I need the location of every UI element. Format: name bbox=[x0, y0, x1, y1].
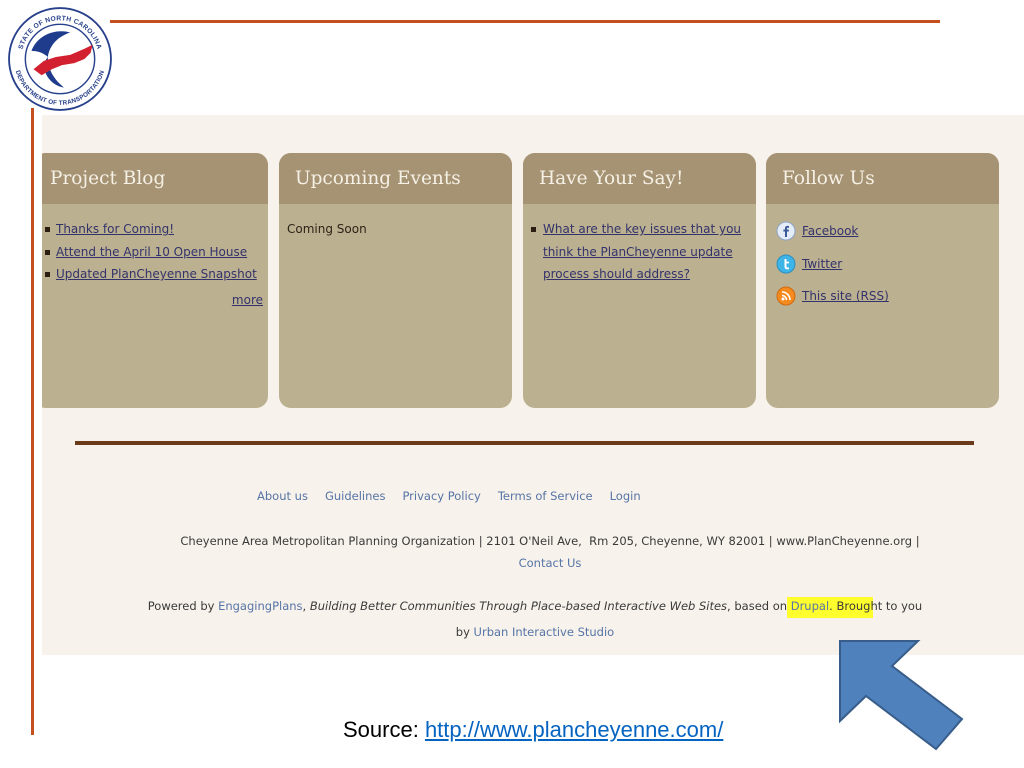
more-link[interactable]: more bbox=[42, 289, 268, 312]
powered-by: by bbox=[455, 625, 474, 639]
powered-tagline: Building Better Communities Through Plac… bbox=[309, 599, 728, 613]
footer-link-terms-of-service[interactable]: Terms of Service bbox=[498, 489, 593, 503]
square-bullet-icon bbox=[45, 272, 50, 277]
list-item: What are the key issues that you think t… bbox=[523, 218, 755, 286]
square-bullet-icon bbox=[45, 249, 50, 255]
source-citation: Source: http://www.plancheyenne.com/ bbox=[343, 716, 723, 744]
social-list: Facebook Twitter This site (RSS) bbox=[766, 215, 999, 313]
panel-title: Project Blog bbox=[42, 153, 268, 204]
square-bullet-icon bbox=[45, 227, 50, 232]
list-item: Thanks for Coming! bbox=[42, 218, 268, 241]
facebook-link[interactable]: Facebook bbox=[802, 224, 858, 238]
address-text: Cheyenne Area Metropolitan Planning Orga… bbox=[180, 534, 920, 548]
footer-link-about-us[interactable]: About us bbox=[257, 489, 308, 503]
list-item: Attend the April 10 Open House bbox=[42, 241, 268, 264]
powered-by-line: Powered by EngagingPlans, Building Bette… bbox=[85, 598, 985, 614]
slide: STATE OF NORTH CAROLINA DEPARTMENT OF TR… bbox=[0, 0, 1024, 768]
footer-divider bbox=[75, 441, 974, 445]
source-label: Source: bbox=[343, 717, 425, 742]
list-item: Twitter bbox=[766, 248, 999, 281]
contact-us-link[interactable]: Contact Us bbox=[519, 556, 582, 570]
drupal-link[interactable]: Drupal bbox=[791, 599, 829, 613]
left-rule bbox=[31, 108, 34, 735]
website-screenshot: Project Blog Thanks for Coming! Attend t… bbox=[42, 115, 1024, 655]
blog-list: Thanks for Coming! Attend the April 10 O… bbox=[42, 218, 268, 286]
footer-link-login[interactable]: Login bbox=[610, 489, 641, 503]
twitter-icon[interactable] bbox=[776, 254, 796, 274]
list-item: Facebook bbox=[766, 215, 999, 248]
footer-link-guidelines[interactable]: Guidelines bbox=[325, 489, 386, 503]
powered-sep: , bbox=[302, 599, 310, 613]
panel-title: Have Your Say! bbox=[523, 153, 756, 204]
footer-address: Cheyenne Area Metropolitan Planning Orga… bbox=[100, 533, 1000, 549]
powered-brought: . Brought to you bbox=[829, 599, 923, 613]
panel-follow-us: Follow Us Facebook Twitter This site (RS… bbox=[766, 153, 999, 408]
panel-title: Upcoming Events bbox=[279, 153, 512, 204]
poll-list: What are the key issues that you think t… bbox=[523, 218, 756, 286]
events-text: Coming Soon bbox=[287, 222, 367, 236]
panel-upcoming-events: Upcoming Events Coming Soon bbox=[279, 153, 512, 408]
twitter-link[interactable]: Twitter bbox=[802, 257, 842, 271]
urban-interactive-studio-link[interactable]: Urban Interactive Studio bbox=[474, 625, 615, 639]
poll-question-link[interactable]: What are the key issues that you think t… bbox=[543, 222, 741, 281]
footer-link-privacy-policy[interactable]: Privacy Policy bbox=[402, 489, 480, 503]
rss-link[interactable]: This site (RSS) bbox=[802, 289, 889, 303]
rss-icon[interactable] bbox=[776, 286, 796, 306]
title-rule bbox=[110, 20, 940, 23]
source-url-link[interactable]: http://www.plancheyenne.com/ bbox=[425, 717, 723, 742]
footer-contact: Contact Us bbox=[100, 555, 1000, 571]
facebook-icon[interactable] bbox=[776, 221, 796, 241]
panel-have-your-say: Have Your Say! What are the key issues t… bbox=[523, 153, 756, 408]
blog-post-link[interactable]: Attend the April 10 Open House bbox=[56, 245, 247, 259]
panel-project-blog: Project Blog Thanks for Coming! Attend t… bbox=[42, 153, 268, 408]
powered-based-on: , based on bbox=[727, 599, 791, 613]
panel-title: Follow Us bbox=[766, 153, 999, 204]
powered-by-line-2: by Urban Interactive Studio bbox=[85, 624, 985, 640]
powered-prefix: Powered by bbox=[147, 599, 219, 613]
blog-post-link[interactable]: Updated PlanCheyenne Snapshot bbox=[56, 267, 257, 281]
list-item: This site (RSS) bbox=[766, 280, 999, 313]
footer-nav: About us Guidelines Privacy Policy Terms of… bbox=[257, 488, 658, 504]
list-item: Updated PlanCheyenne Snapshot bbox=[42, 263, 268, 286]
engagingplans-link[interactable]: EngagingPlans bbox=[218, 599, 302, 613]
blog-post-link[interactable]: Thanks for Coming! bbox=[56, 222, 174, 236]
square-bullet-icon bbox=[531, 227, 536, 232]
ncdot-seal-logo: STATE OF NORTH CAROLINA DEPARTMENT OF TR… bbox=[8, 7, 112, 111]
